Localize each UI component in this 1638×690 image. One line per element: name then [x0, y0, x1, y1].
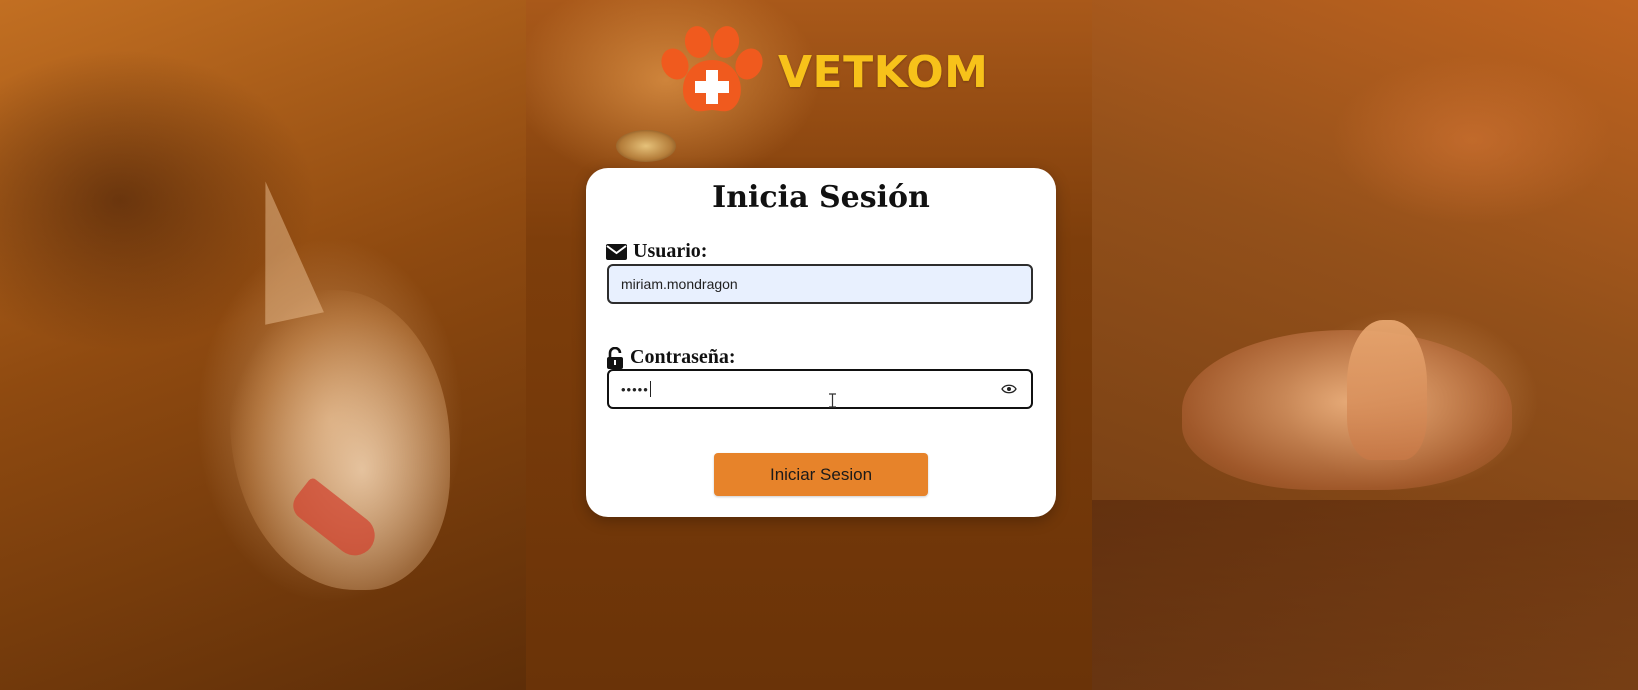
text-caret	[649, 381, 651, 397]
turtle-head	[1347, 320, 1427, 460]
login-submit-button[interactable]: Iniciar Sesion	[714, 453, 928, 496]
username-label-text: Usuario:	[633, 240, 708, 262]
brand-name: VETKOM	[778, 46, 989, 98]
box-edge	[1092, 500, 1638, 690]
password-value: •••••	[621, 381, 649, 397]
mouse-ibeam-cursor-icon	[829, 393, 836, 408]
username-input[interactable]: miriam.mondragon	[607, 264, 1033, 304]
password-label: Contraseña:	[606, 346, 736, 369]
login-card: Inicia Sesión Usuario: miriam.mondragon …	[586, 168, 1056, 517]
brand-logo: VETKOM	[656, 26, 988, 118]
paw-cross-icon	[661, 26, 763, 112]
eye-icon[interactable]	[1001, 381, 1017, 397]
unlock-icon	[607, 346, 623, 369]
background-photo-turtle	[1092, 0, 1638, 690]
cat-eye	[616, 130, 676, 162]
username-value: miriam.mondragon	[621, 276, 738, 292]
password-label-text: Contraseña:	[630, 346, 736, 368]
password-input[interactable]: •••••	[607, 369, 1033, 409]
login-title: Inicia Sesión	[712, 180, 930, 215]
background-photo-husky	[0, 0, 526, 690]
envelope-icon	[606, 243, 627, 260]
username-label: Usuario:	[606, 240, 707, 263]
